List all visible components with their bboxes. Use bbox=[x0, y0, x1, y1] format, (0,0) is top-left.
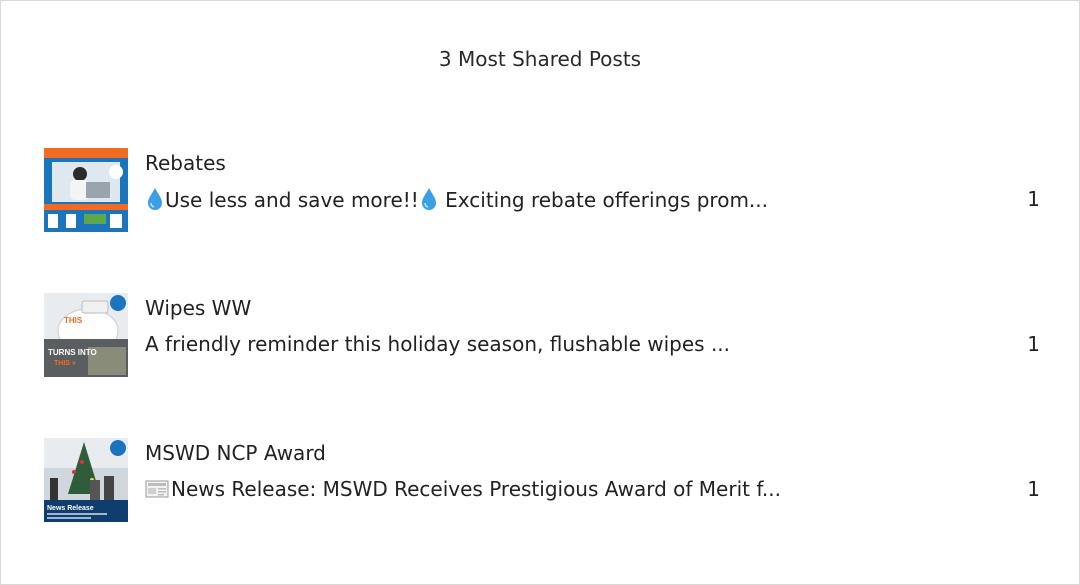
post-excerpt-rest: Exciting rebate offerings prom... bbox=[445, 188, 769, 212]
share-count: 1 bbox=[1027, 332, 1040, 356]
card-title: 3 Most Shared Posts bbox=[438, 47, 642, 71]
post-excerpt[interactable]: Use less and save more!! Exciting rebate… bbox=[145, 187, 945, 212]
water-drop-icon bbox=[145, 187, 165, 211]
post-excerpt-text: News Release: MSWD Receives Prestigious … bbox=[171, 477, 781, 501]
post-title[interactable]: MSWD NCP Award bbox=[145, 441, 326, 465]
share-count: 1 bbox=[1027, 187, 1040, 211]
wipes-this2-label: THIS » bbox=[54, 360, 76, 367]
post-title[interactable]: Wipes WW bbox=[145, 296, 251, 320]
post-title[interactable]: Rebates bbox=[145, 151, 226, 175]
award-news-release-label: News Release bbox=[47, 505, 94, 512]
newspaper-icon bbox=[145, 479, 169, 499]
rebates-thumbnail[interactable] bbox=[44, 148, 128, 232]
most-shared-posts-card: 3 Most Shared Posts Rebates Use less and… bbox=[0, 0, 1080, 585]
wipes-this-label: THIS bbox=[64, 316, 83, 325]
water-drop-icon bbox=[419, 187, 439, 211]
post-row-award[interactable]: News Release MSWD NCP Award News Release… bbox=[44, 438, 1044, 522]
wipes-turns-label: TURNS INTO bbox=[48, 348, 97, 357]
award-thumbnail[interactable]: News Release bbox=[44, 438, 128, 522]
post-row-wipes[interactable]: THIS TURNS INTO THIS » Wipes WW A friend… bbox=[44, 293, 1044, 377]
wipes-thumbnail[interactable]: THIS TURNS INTO THIS » bbox=[44, 293, 128, 377]
post-row-rebates[interactable]: Rebates Use less and save more!! Excitin… bbox=[44, 148, 1044, 232]
post-excerpt-text: Use less and save more!! bbox=[165, 188, 419, 212]
post-excerpt[interactable]: News Release: MSWD Receives Prestigious … bbox=[145, 477, 945, 501]
post-excerpt[interactable]: A friendly reminder this holiday season,… bbox=[145, 332, 945, 356]
share-count: 1 bbox=[1027, 477, 1040, 501]
